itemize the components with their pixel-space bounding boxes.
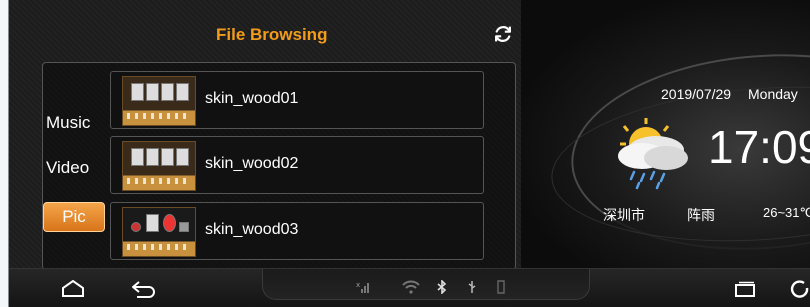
- usb-icon: [468, 281, 476, 293]
- signal-icon: x: [356, 281, 369, 293]
- file-browser-panel: File Browsing Music Video Pic skin_wood0…: [9, 0, 521, 270]
- category-music[interactable]: Music: [46, 113, 90, 133]
- date-label: 2019/07/29: [661, 86, 732, 102]
- bluetooth-icon: [437, 280, 447, 294]
- file-name: skin_wood03: [205, 221, 299, 238]
- recents-icon[interactable]: [734, 281, 756, 297]
- refresh-icon[interactable]: [492, 23, 514, 45]
- file-item[interactable]: skin_wood02: [110, 136, 484, 194]
- category-pic[interactable]: Pic: [43, 202, 105, 232]
- navigation-bar: x: [9, 268, 810, 307]
- file-item[interactable]: skin_wood01: [110, 71, 484, 129]
- clock-time: 17:09: [708, 121, 810, 173]
- wifi-icon: [402, 280, 420, 294]
- file-thumbnail: [122, 207, 196, 257]
- svg-text:x: x: [356, 281, 360, 289]
- page-title: File Browsing: [216, 25, 328, 44]
- status-tray: [262, 269, 590, 300]
- back-icon[interactable]: [131, 280, 157, 298]
- power-icon[interactable]: [790, 279, 810, 299]
- home-icon[interactable]: [61, 280, 85, 298]
- file-item[interactable]: skin_wood03: [110, 202, 484, 260]
- screen: File Browsing Music Video Pic skin_wood0…: [9, 0, 810, 307]
- file-name: skin_wood02: [205, 155, 299, 172]
- file-thumbnail: [122, 76, 196, 126]
- weather-condition: 阵雨: [687, 207, 715, 223]
- file-thumbnail: [122, 141, 196, 191]
- file-name: skin_wood01: [205, 90, 299, 107]
- cloud-sun-rain-icon: [618, 118, 688, 190]
- category-video[interactable]: Video: [46, 158, 89, 178]
- clock-weather-widget[interactable]: 2019/07/29 Monday 17:09 深圳市 阵雨 26~31℃: [521, 0, 810, 268]
- weekday-label: Monday: [748, 86, 798, 102]
- title-bar: File Browsing: [9, 12, 521, 60]
- temperature-range: 26~31℃: [763, 205, 810, 220]
- city-label: 深圳市: [603, 207, 645, 223]
- sd-card-icon: [497, 280, 505, 294]
- file-list-container: Music Video Pic skin_wood01 skin_wood02: [42, 62, 516, 270]
